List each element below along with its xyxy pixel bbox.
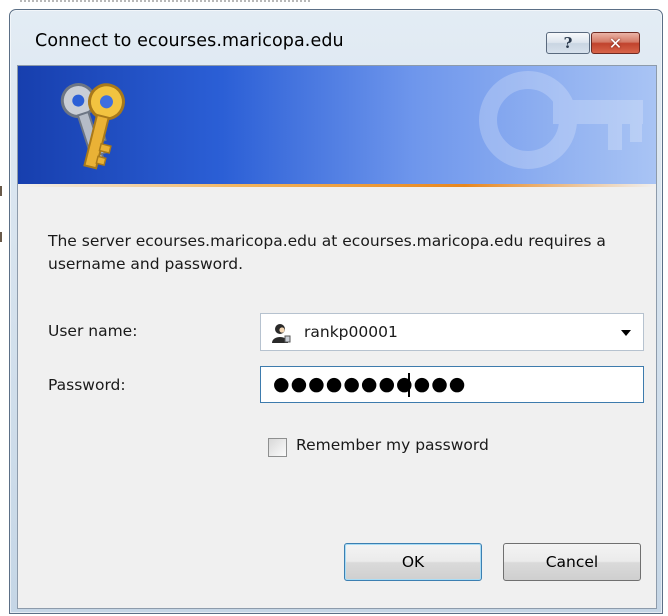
banner-accent-line bbox=[18, 184, 656, 187]
help-icon: ? bbox=[563, 34, 573, 52]
background-window-edge bbox=[0, 232, 2, 242]
username-value: rankp00001 bbox=[304, 323, 398, 341]
user-account-icon bbox=[272, 324, 291, 343]
text-caret bbox=[408, 373, 410, 397]
password-mask: ●●●●●●●●●●● bbox=[273, 373, 467, 395]
ok-button-label: OK bbox=[401, 553, 425, 571]
dialog-body: The server ecourses.maricopa.edu at ecou… bbox=[17, 65, 657, 609]
password-label: Password: bbox=[48, 376, 126, 394]
username-label: User name: bbox=[48, 322, 138, 340]
header-banner bbox=[18, 66, 656, 184]
keys-watermark-icon bbox=[479, 71, 643, 169]
ok-button[interactable]: OK bbox=[344, 543, 482, 581]
remember-password-label[interactable]: Remember my password bbox=[296, 436, 489, 454]
close-button[interactable]: ✕ bbox=[591, 32, 640, 54]
background-window-edge bbox=[20, 0, 310, 8]
login-dialog: Connect to ecourses.maricopa.edu ? ✕ The… bbox=[9, 9, 663, 614]
help-button[interactable]: ? bbox=[546, 32, 590, 54]
remember-password-checkbox[interactable] bbox=[268, 438, 287, 457]
close-icon: ✕ bbox=[608, 33, 623, 53]
username-combobox[interactable]: rankp00001 bbox=[260, 313, 644, 351]
window-title: Connect to ecourses.maricopa.edu bbox=[35, 31, 344, 51]
background-window-edge bbox=[0, 186, 2, 196]
cancel-button-label: Cancel bbox=[545, 553, 599, 571]
password-field[interactable]: ●●●●●●●●●●● bbox=[260, 366, 644, 403]
server-message: The server ecourses.maricopa.edu at ecou… bbox=[48, 232, 606, 273]
title-bar[interactable]: Connect to ecourses.maricopa.edu ? ✕ bbox=[10, 10, 662, 62]
keys-icon bbox=[60, 83, 125, 170]
dropdown-arrow-icon[interactable] bbox=[621, 330, 631, 336]
cancel-button[interactable]: Cancel bbox=[503, 543, 641, 581]
